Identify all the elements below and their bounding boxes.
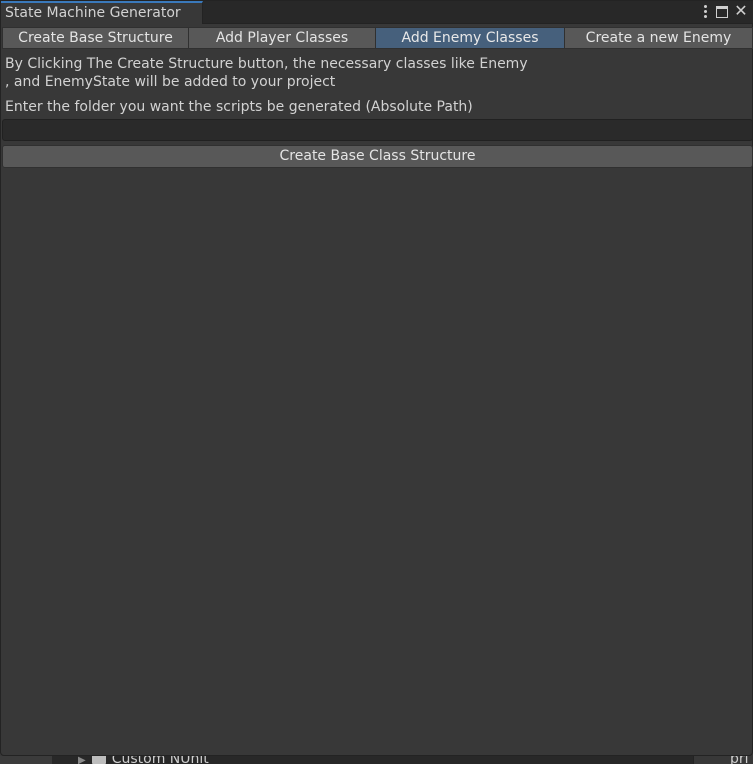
description-line-2: , and EnemyState will be added to your p… bbox=[5, 74, 336, 90]
project-folder-item[interactable]: ▶ Custom NUnit bbox=[78, 756, 209, 764]
window-controls: ✕ bbox=[700, 3, 748, 19]
window-tab[interactable]: State Machine Generator bbox=[1, 1, 203, 24]
tab-add-player-classes[interactable]: Add Player Classes bbox=[188, 27, 375, 49]
tab-create-new-enemy[interactable]: Create a new Enemy bbox=[564, 27, 753, 49]
expand-arrow-icon[interactable]: ▶ bbox=[78, 756, 86, 764]
kebab-menu-icon[interactable] bbox=[700, 3, 710, 19]
state-machine-generator-window: State Machine Generator ✕ Create Base St… bbox=[0, 0, 753, 756]
background-left-strip bbox=[0, 756, 52, 764]
tab-create-base-structure[interactable]: Create Base Structure bbox=[2, 27, 188, 49]
folder-icon bbox=[91, 756, 106, 764]
background-right-text: pri bbox=[730, 756, 749, 764]
background-project-panel: ▶ Custom NUnit pri bbox=[0, 756, 753, 764]
tab-add-enemy-classes[interactable]: Add Enemy Classes bbox=[375, 27, 564, 49]
create-base-class-structure-button[interactable]: Create Base Class Structure bbox=[2, 145, 753, 168]
window-title: State Machine Generator bbox=[5, 5, 181, 21]
close-icon[interactable]: ✕ bbox=[734, 3, 748, 19]
folder-path-input[interactable] bbox=[2, 119, 753, 141]
background-right-panel: pri bbox=[693, 756, 753, 764]
folder-prompt-label: Enter the folder you want the scripts be… bbox=[5, 99, 473, 115]
maximize-icon[interactable] bbox=[716, 5, 728, 18]
title-bar: State Machine Generator ✕ bbox=[1, 1, 753, 24]
description-line-1: By Clicking The Create Structure button,… bbox=[5, 56, 528, 72]
generator-toolbar: Create Base Structure Add Player Classes… bbox=[2, 27, 753, 49]
project-folder-label: Custom NUnit bbox=[111, 756, 209, 764]
